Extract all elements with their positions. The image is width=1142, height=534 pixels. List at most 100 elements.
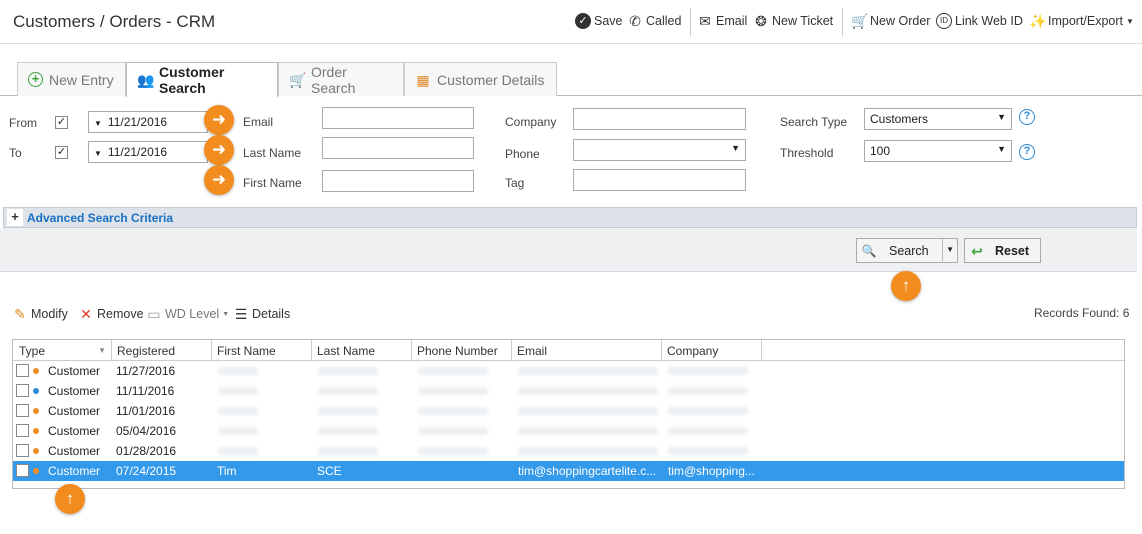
- toolbar-divider: [842, 8, 843, 36]
- redacted-cell: [418, 447, 488, 455]
- arrow-up-icon: ↑: [55, 484, 85, 514]
- phone-label: Phone: [505, 147, 540, 161]
- type-cell: Customer: [48, 384, 101, 398]
- email-button[interactable]: ✉ Email: [697, 13, 747, 29]
- called-button[interactable]: ✆ Called: [627, 13, 681, 29]
- reset-button-label: Reset: [995, 243, 1030, 258]
- status-dot-icon: [33, 428, 39, 434]
- tab-order-search[interactable]: 🛒 Order Search: [278, 62, 404, 96]
- link-web-id-button[interactable]: ID Link Web ID: [936, 13, 1023, 29]
- threshold-label: Threshold: [780, 146, 834, 160]
- registered-cell: 05/04/2016: [116, 424, 177, 438]
- row-checkbox[interactable]: [16, 464, 29, 477]
- redacted-cell: [518, 407, 658, 415]
- column-header-type[interactable]: Type ▼: [13, 340, 112, 361]
- redacted-cell: [218, 387, 258, 395]
- advanced-search-bar[interactable]: + Advanced Search Criteria: [3, 207, 1137, 228]
- row-checkbox[interactable]: [16, 384, 29, 397]
- expand-plus-icon[interactable]: +: [7, 209, 23, 226]
- column-header-last-name[interactable]: Last Name: [312, 340, 412, 361]
- type-cell: Customer: [48, 444, 101, 458]
- magic-wand-icon: ✨: [1029, 13, 1047, 29]
- registered-cell: 07/24/2015: [116, 464, 177, 478]
- table-row[interactable]: Customer 01/28/2016: [13, 441, 1124, 461]
- row-checkbox[interactable]: [16, 424, 29, 437]
- reset-button[interactable]: ↩ Reset: [964, 238, 1041, 263]
- table-row[interactable]: Customer 11/11/2016: [13, 381, 1124, 401]
- email-label: Email: [243, 115, 274, 129]
- redacted-cell: [318, 427, 378, 435]
- to-checkbox[interactable]: ✓: [55, 146, 68, 159]
- lifebuoy-icon: ❂: [755, 13, 767, 29]
- redacted-cell: [668, 387, 748, 395]
- from-checkbox[interactable]: ✓: [55, 116, 68, 129]
- search-type-select[interactable]: Customers ▼: [864, 108, 1012, 130]
- column-header-email[interactable]: Email: [512, 340, 662, 361]
- advanced-search-link[interactable]: Advanced Search Criteria: [27, 211, 173, 225]
- link-web-id-label: Link Web ID: [955, 14, 1023, 28]
- search-type-label: Search Type: [780, 115, 848, 129]
- remove-button[interactable]: ✕ Remove: [78, 306, 143, 322]
- tab-new-entry[interactable]: + New Entry: [17, 62, 126, 96]
- modify-button[interactable]: ✎ Modify: [12, 306, 68, 322]
- email-input[interactable]: [322, 107, 474, 129]
- details-button[interactable]: ☰ Details: [233, 306, 291, 322]
- arrow-right-icon: ➜: [204, 165, 234, 195]
- table-row[interactable]: Customer 07/24/2015 Tim SCE tim@shoppingcart…: [13, 461, 1124, 481]
- column-header-label: Email: [517, 344, 548, 358]
- modify-label: Modify: [31, 307, 68, 321]
- threshold-select[interactable]: 100 ▼: [864, 140, 1012, 162]
- search-button[interactable]: 🔍 Search ▼: [856, 238, 958, 263]
- column-header-registered[interactable]: Registered: [112, 340, 212, 361]
- column-header-label: Phone Number: [417, 344, 498, 358]
- tag-label: Tag: [505, 176, 525, 190]
- check-circle-icon: ✓: [575, 13, 591, 29]
- email-label: Email: [716, 14, 748, 28]
- phone-select[interactable]: ▼: [573, 139, 746, 161]
- caret-down-icon[interactable]: ▼: [946, 245, 954, 254]
- status-dot-icon: [33, 468, 39, 474]
- arrow-up-icon: ↑: [891, 271, 921, 301]
- cart-icon: 🛒: [289, 71, 307, 88]
- help-icon[interactable]: ?: [1019, 109, 1035, 125]
- help-icon[interactable]: ?: [1019, 144, 1035, 160]
- redacted-cell: [318, 367, 378, 375]
- from-date-value: 11/21/2016: [107, 115, 168, 129]
- company-input[interactable]: [573, 108, 746, 130]
- table-row[interactable]: Customer 11/27/2016: [13, 361, 1124, 381]
- from-date-picker[interactable]: ▼ 11/21/2016: [88, 111, 208, 133]
- save-button[interactable]: ✓ Save: [575, 13, 623, 29]
- users-icon: 👥: [137, 72, 155, 88]
- first-name-input[interactable]: [322, 170, 474, 192]
- tab-customer-details[interactable]: ▦ Customer Details: [404, 62, 557, 96]
- row-checkbox[interactable]: [16, 404, 29, 417]
- tab-customer-search[interactable]: 👥 Customer Search: [126, 62, 278, 97]
- page-title: Customers / Orders - CRM: [13, 12, 216, 31]
- new-ticket-button[interactable]: ❂ New Ticket: [753, 13, 833, 29]
- last-name-input[interactable]: [322, 137, 474, 159]
- last-name-cell: SCE: [317, 464, 342, 478]
- column-header-phone[interactable]: Phone Number: [412, 340, 512, 361]
- wd-level-button[interactable]: ▭ WD Level ▼: [146, 306, 229, 322]
- column-header-company[interactable]: Company: [662, 340, 762, 361]
- redacted-cell: [668, 407, 748, 415]
- table-row[interactable]: Customer 11/01/2016: [13, 401, 1124, 421]
- import-export-button[interactable]: ✨ Import/Export ▼: [1029, 13, 1134, 29]
- details-label: Details: [252, 307, 291, 321]
- close-icon: ✕: [80, 306, 92, 322]
- tab-label: Customer Search: [159, 64, 225, 96]
- redacted-cell: [668, 367, 748, 375]
- tag-input[interactable]: [573, 169, 746, 191]
- to-label: To: [9, 146, 22, 160]
- row-checkbox[interactable]: [16, 364, 29, 377]
- redacted-cell: [518, 427, 658, 435]
- new-order-button[interactable]: 🛒 New Order: [851, 13, 930, 29]
- column-header-first-name[interactable]: First Name: [212, 340, 312, 361]
- phone-icon: ✆: [629, 13, 641, 29]
- redacted-cell: [518, 387, 658, 395]
- to-date-picker[interactable]: ▼ 11/21/2016: [88, 141, 208, 163]
- table-row[interactable]: Customer 05/04/2016: [13, 421, 1124, 441]
- undo-icon: ↩: [971, 242, 983, 259]
- window-icon: ▭: [147, 306, 161, 322]
- row-checkbox[interactable]: [16, 444, 29, 457]
